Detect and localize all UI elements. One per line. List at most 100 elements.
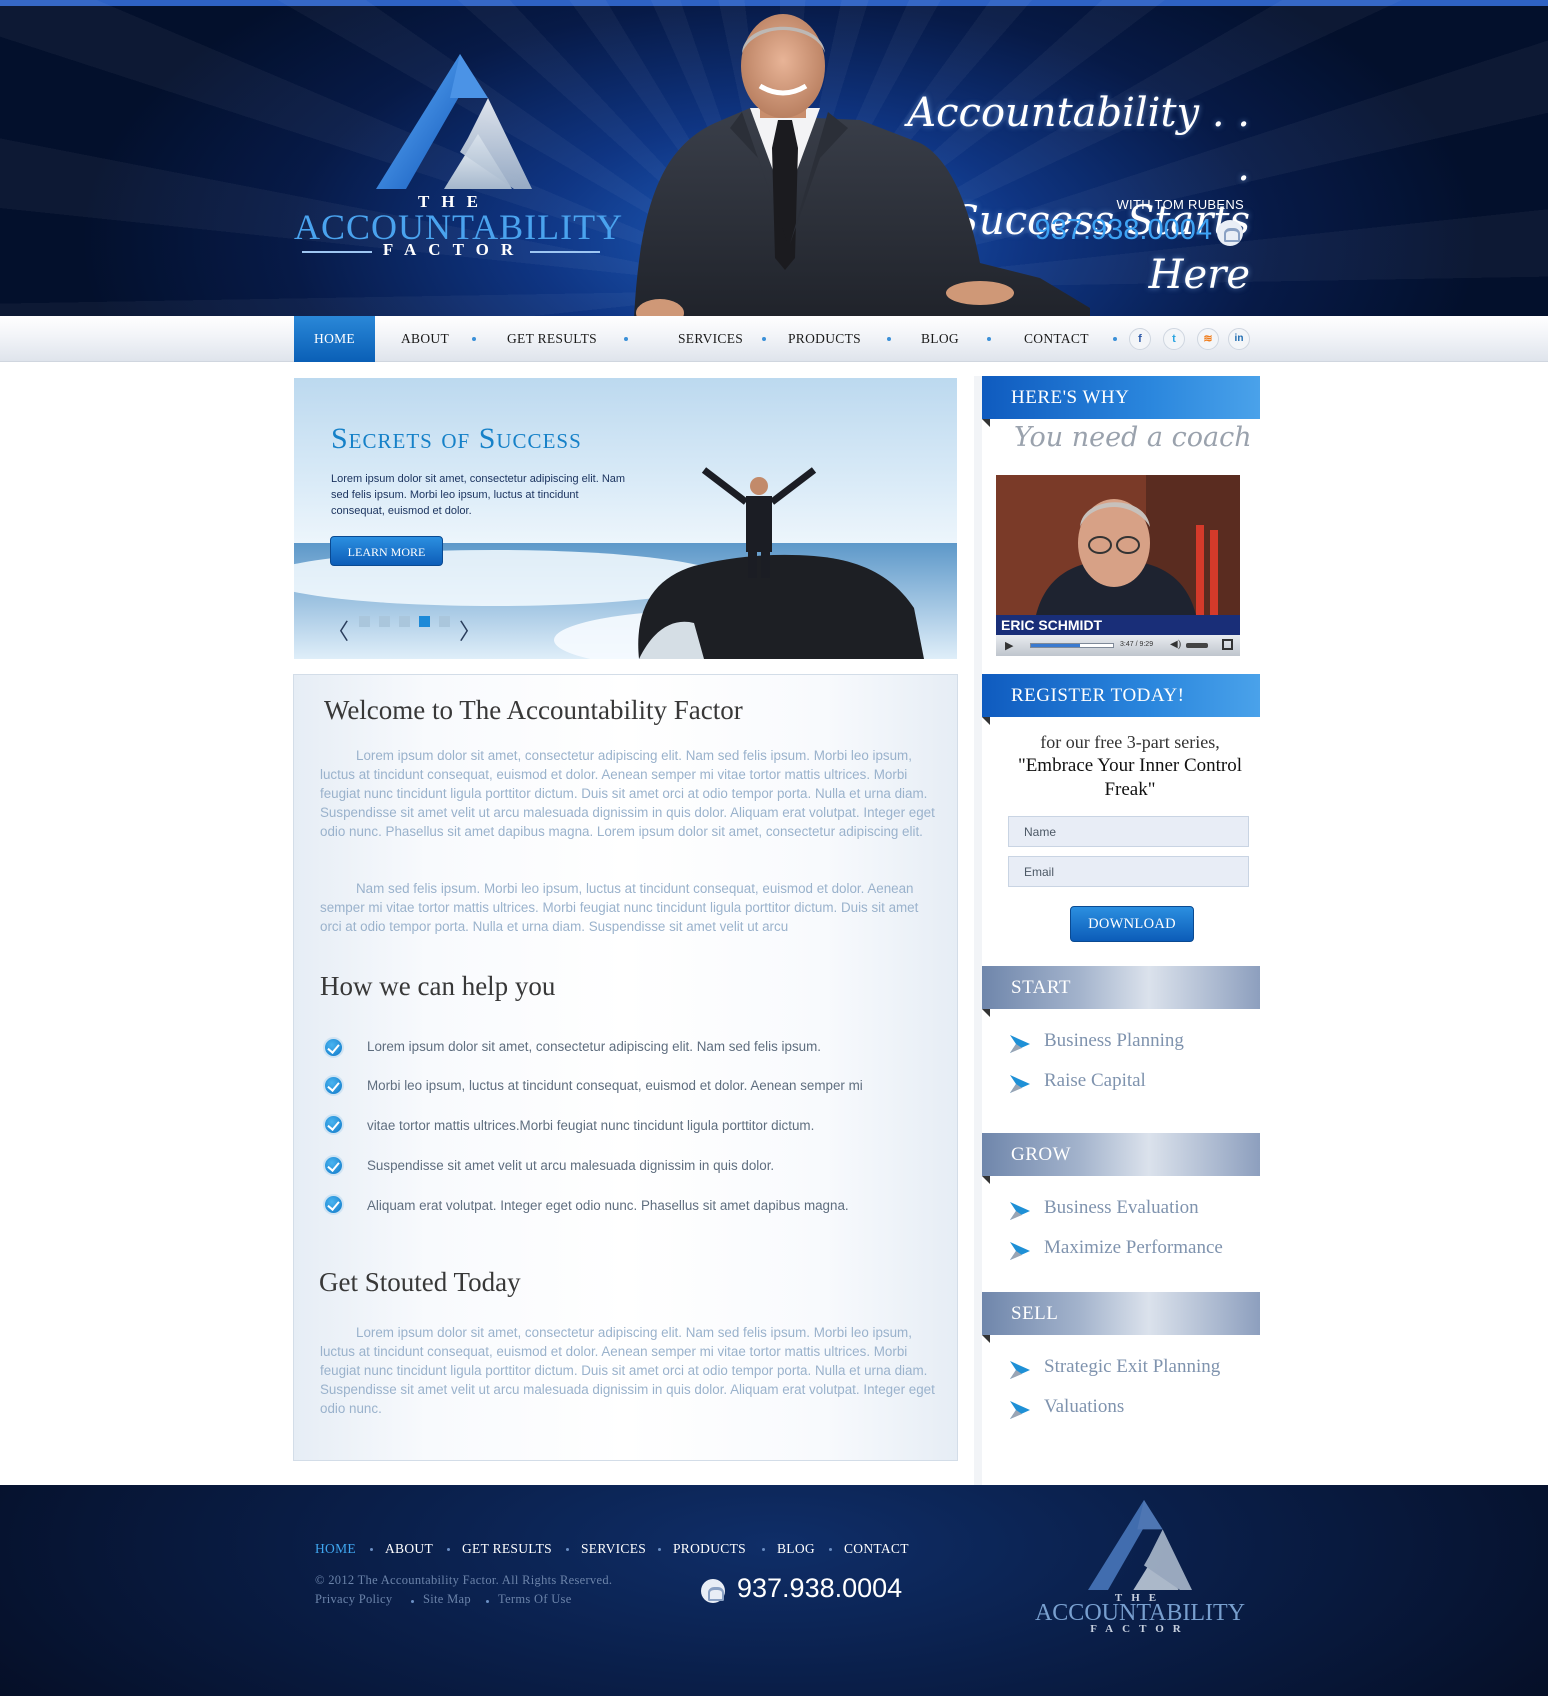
main-content: Welcome to The Accountability Factor Lor… [293,674,958,1461]
nav-contact[interactable]: CONTACT [1024,316,1089,362]
nav-separator [887,337,891,341]
footer-phone-number[interactable]: 937.938.0004 [737,1573,902,1604]
footer: HOME ABOUT GET RESULTS SERVICES PRODUCTS… [0,1485,1548,1696]
help-item: Aliquam erat volutpat. Integer eget odio… [367,1198,849,1213]
you-need-a-coach: You need a coach [1014,422,1252,453]
footer-separator [829,1548,832,1551]
help-title: How we can help you [320,971,556,1001]
stouted-paragraph: Lorem ipsum dolor sit amet, consectetur … [320,1325,935,1416]
nav-blog[interactable]: BLOG [921,316,959,362]
twitter-icon[interactable]: t [1163,328,1185,350]
link-valuations[interactable]: Valuations [1044,1396,1124,1418]
footer-link-terms[interactable]: Terms Of Use [498,1592,572,1607]
help-item: Lorem ipsum dolor sit amet, consectetur … [367,1039,821,1054]
slider-dot[interactable] [439,616,450,627]
slider-dot-active[interactable] [419,616,430,627]
footer-nav-about[interactable]: ABOUT [385,1541,433,1557]
nav-separator [762,337,766,341]
slider-dot[interactable] [379,616,390,627]
footer-nav-get-results[interactable]: GET RESULTS [462,1541,552,1557]
help-item: Suspendisse sit amet velit ut arcu males… [367,1158,775,1173]
video-time: 3:47 / 9:29 [1120,641,1154,648]
arrow-bullet-icon [1010,1242,1030,1260]
video-progress-fill [1031,644,1081,647]
rss-icon[interactable]: ≋ [1197,328,1219,350]
welcome-paragraph-2: Nam sed felis ipsum. Morbi leo ipsum, lu… [320,881,919,934]
ribbon-fold [982,419,990,427]
footer-link-privacy[interactable]: Privacy Policy [315,1592,392,1607]
nav-home[interactable]: HOME [294,316,375,362]
site-logo[interactable]: THE ACCOUNTABILITY FACTOR [294,54,622,264]
check-icon [323,1114,344,1135]
welcome-paragraph-1: Lorem ipsum dolor sit amet, consectetur … [320,748,935,839]
video-controls: ▶ 3:47 / 9:29 ◀) [996,635,1240,656]
grow-heading: GROW [982,1133,1260,1176]
slider-dot[interactable] [399,616,410,627]
footer-nav-blog[interactable]: BLOG [777,1541,815,1557]
video-name-label: ERIC SCHMIDT [996,615,1240,635]
ribbon-fold [982,1009,990,1017]
facebook-icon[interactable]: f [1129,328,1151,350]
footer-nav-products[interactable]: PRODUCTS [673,1541,746,1557]
learn-more-button[interactable]: LEARN MORE [330,536,443,566]
video-thumbnail [996,475,1240,615]
logo-triangle-icon [376,54,532,189]
link-strategic-exit-planning[interactable]: Strategic Exit Planning [1044,1356,1220,1378]
slider-dot[interactable] [359,616,370,627]
footer-nav-services[interactable]: SERVICES [581,1541,646,1557]
video-player[interactable]: ERIC SCHMIDT ▶ 3:47 / 9:29 ◀) [996,475,1240,656]
register-today-heading: REGISTER TODAY! [982,674,1260,717]
footer-link-sitemap[interactable]: Site Map [423,1592,471,1607]
nav-separator [987,337,991,341]
footer-separator [411,1600,414,1603]
register-line1: for our free 3-part series, [1040,732,1220,752]
footer-separator [370,1548,373,1551]
email-field[interactable]: Email [1008,856,1249,887]
link-maximize-performance[interactable]: Maximize Performance [1044,1237,1223,1259]
copyright: © 2012 The Accountability Factor. All Ri… [315,1573,613,1587]
link-business-planning[interactable]: Business Planning [1044,1030,1184,1052]
footer-nav-contact[interactable]: CONTACT [844,1541,909,1557]
nav-separator [1113,337,1117,341]
check-icon [323,1194,344,1215]
linkedin-icon[interactable]: in [1228,328,1250,350]
ribbon-fold [982,717,990,725]
arrow-bullet-icon [1010,1361,1030,1379]
ribbon-fold [982,1176,990,1184]
link-raise-capital[interactable]: Raise Capital [1044,1070,1146,1092]
footer-logo-triangle-icon [1088,1500,1192,1590]
download-button[interactable]: DOWNLOAD [1070,906,1194,942]
footer-logo-factor: FACTOR [1090,1623,1190,1635]
nav-products[interactable]: PRODUCTS [788,316,861,362]
main-nav: HOME ABOUT GET RESULTS SERVICES PRODUCTS… [0,316,1548,362]
check-icon [323,1075,344,1096]
stouted-title: Get Stouted Today [319,1267,521,1297]
start-heading: START [982,966,1260,1009]
link-business-evaluation[interactable]: Business Evaluation [1044,1197,1199,1219]
nav-separator [472,337,476,341]
nav-get-results[interactable]: GET RESULTS [507,316,597,362]
video-progress[interactable] [1030,643,1114,648]
arrow-bullet-icon [1010,1202,1030,1220]
sell-heading: SELL [982,1292,1260,1335]
check-icon [323,1037,344,1058]
footer-separator [762,1548,765,1551]
slider-prev-arrow-icon[interactable]: 〈 [327,614,349,646]
check-icon [323,1155,344,1176]
volume-slider[interactable] [1186,643,1208,648]
help-item: vitae tortor mattis ultrices.Morbi feugi… [367,1118,815,1133]
fullscreen-icon[interactable] [1222,639,1233,650]
slider-next-arrow-icon[interactable]: 〉 [459,614,481,646]
logo-rule-right [530,251,600,253]
slider-title: Secrets of Success [331,422,582,455]
nav-services[interactable]: SERVICES [678,316,743,362]
header: THE ACCOUNTABILITY FACTOR Accountability… [0,0,1548,316]
footer-separator [566,1548,569,1551]
name-field[interactable]: Name [1008,816,1249,847]
footer-logo[interactable]: THE ACCOUNTABILITY FACTOR [1030,1500,1250,1640]
play-icon[interactable]: ▶ [1005,639,1013,652]
logo-factor: FACTOR [382,240,526,259]
volume-icon[interactable]: ◀) [1170,639,1181,650]
nav-about[interactable]: ABOUT [401,316,449,362]
footer-nav-home[interactable]: HOME [315,1541,356,1557]
